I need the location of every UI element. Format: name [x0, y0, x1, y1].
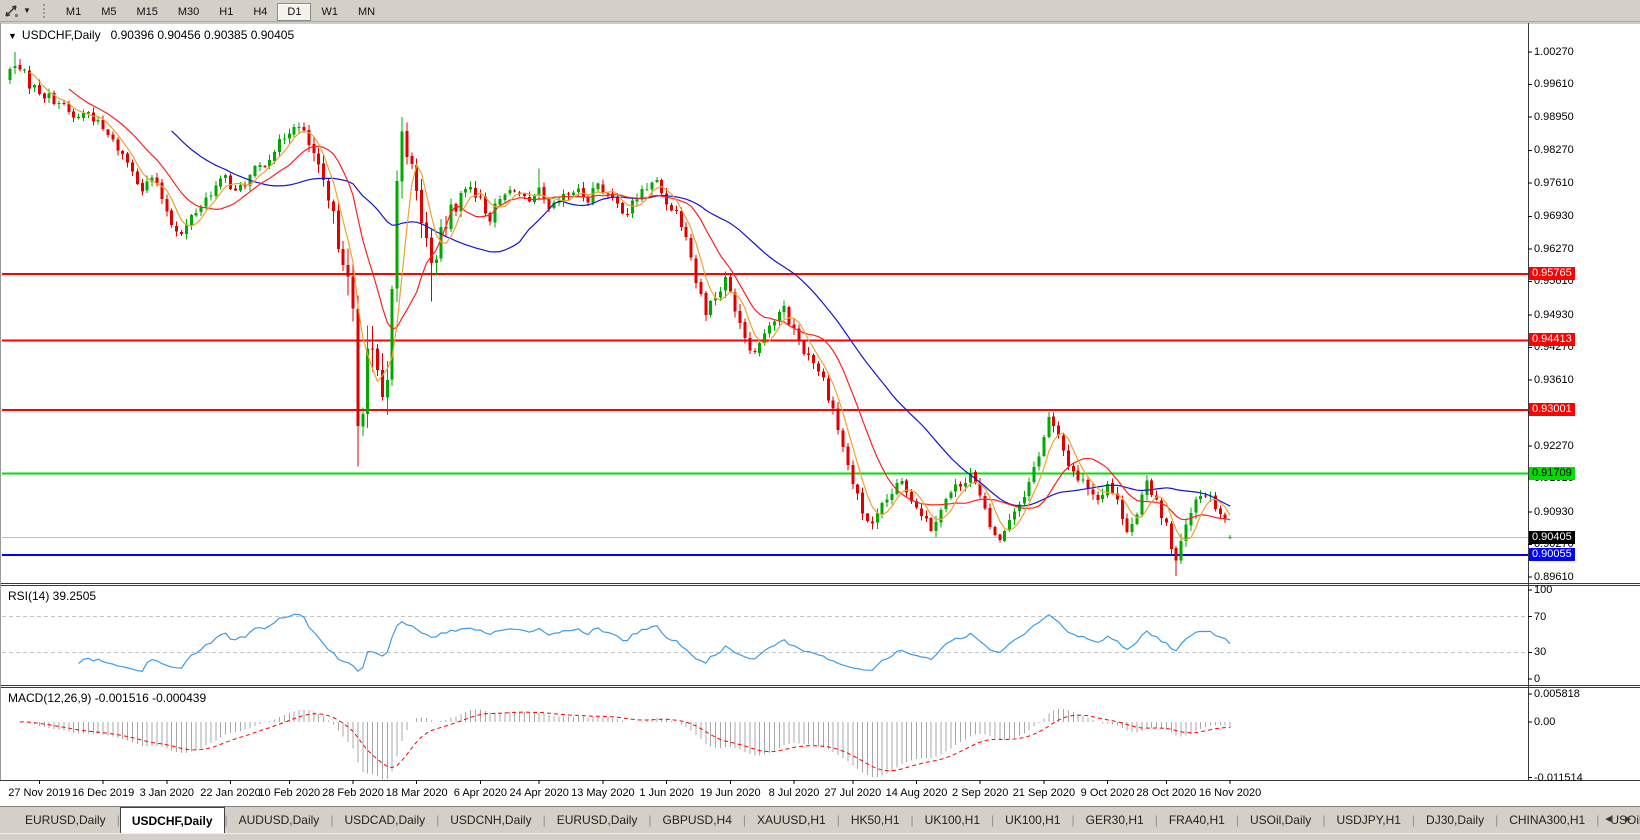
rsi-indicator-label: RSI(14) 39.2505 — [8, 589, 96, 603]
chart-tab-uk100-h1[interactable]: UK100,H1 — [994, 807, 1071, 833]
chart-tab-china300-h1[interactable]: CHINA300,H1 — [1498, 807, 1596, 833]
chart-title: ▼ USDCHF,Daily 0.90396 0.90456 0.90385 0.9… — [8, 28, 294, 42]
chart-tab-audusd-daily[interactable]: AUDUSD,Daily — [228, 807, 331, 833]
tab-scrollers: ◄ ► — [1600, 806, 1636, 833]
pointer-tool-icon — [4, 3, 20, 19]
tab-scroll-right-icon[interactable]: ► — [1620, 814, 1636, 825]
price-chart-canvas[interactable] — [0, 22, 1640, 806]
ohlc-values: 0.90396 0.90456 0.90385 0.90405 — [111, 28, 295, 42]
symbol-period-label: USDCHF,Daily — [22, 28, 101, 42]
chart-tab-gbpusd-h4[interactable]: GBPUSD,H4 — [652, 807, 743, 833]
chart-tabbar: EURUSD,Daily|USDCHF,Daily|AUDUSD,Daily|U… — [0, 806, 1640, 833]
timeframe-toolbar: ▼ M1M5M15M30H1H4D1W1MN — [0, 0, 1640, 22]
tool-dropdown-caret[interactable]: ▼ — [23, 6, 31, 15]
chart-tab-usdchf-daily[interactable]: USDCHF,Daily — [120, 807, 225, 833]
chart-window: 1.002700.996100.989500.982700.976100.969… — [0, 22, 1640, 806]
timeframe-button-mn[interactable]: MN — [348, 3, 385, 21]
tab-scroll-left-icon[interactable]: ◄ — [1600, 814, 1616, 825]
timeframe-button-h1[interactable]: H1 — [209, 3, 243, 21]
chart-tab-dj30-daily[interactable]: DJ30,Daily — [1415, 807, 1495, 833]
timeframe-buttons: M1M5M15M30H1H4D1W1MN — [56, 2, 385, 20]
chart-tab-eurusd-daily[interactable]: EURUSD,Daily — [546, 807, 649, 833]
chart-tab-usdcnh-daily[interactable]: USDCNH,Daily — [439, 807, 542, 833]
chart-tab-uk100-h1[interactable]: UK100,H1 — [914, 807, 991, 833]
ohlc-collapse-icon[interactable]: ▼ — [8, 31, 17, 41]
macd-indicator-label: MACD(12,26,9) -0.001516 -0.000439 — [8, 691, 206, 705]
chart-tab-eurusd-daily[interactable]: EURUSD,Daily — [14, 807, 117, 833]
timeframe-button-m5[interactable]: M5 — [91, 3, 126, 21]
timeframe-button-m30[interactable]: M30 — [168, 3, 209, 21]
timeframe-button-m1[interactable]: M1 — [56, 3, 91, 21]
timeframe-button-w1[interactable]: W1 — [311, 3, 348, 21]
chart-tab-usdjpy-h1[interactable]: USDJPY,H1 — [1325, 807, 1411, 833]
chart-tab-xauusd-h1[interactable]: XAUUSD,H1 — [746, 807, 837, 833]
timeframe-button-h4[interactable]: H4 — [243, 3, 277, 21]
chart-tab-fra40-h1[interactable]: FRA40,H1 — [1158, 807, 1236, 833]
chart-tab-usdcad-daily[interactable]: USDCAD,Daily — [333, 807, 436, 833]
chart-tab-hk50-h1[interactable]: HK50,H1 — [840, 807, 911, 833]
chart-tab-usoil-daily[interactable]: USOil,Daily — [1239, 807, 1322, 833]
chart-tab-ger30-h1[interactable]: GER30,H1 — [1075, 807, 1155, 833]
pointer-tool-button[interactable]: ▼ — [0, 3, 35, 19]
toolbar-grip[interactable] — [43, 4, 50, 18]
timeframe-button-m15[interactable]: M15 — [126, 3, 167, 21]
timeframe-button-d1[interactable]: D1 — [277, 3, 311, 21]
